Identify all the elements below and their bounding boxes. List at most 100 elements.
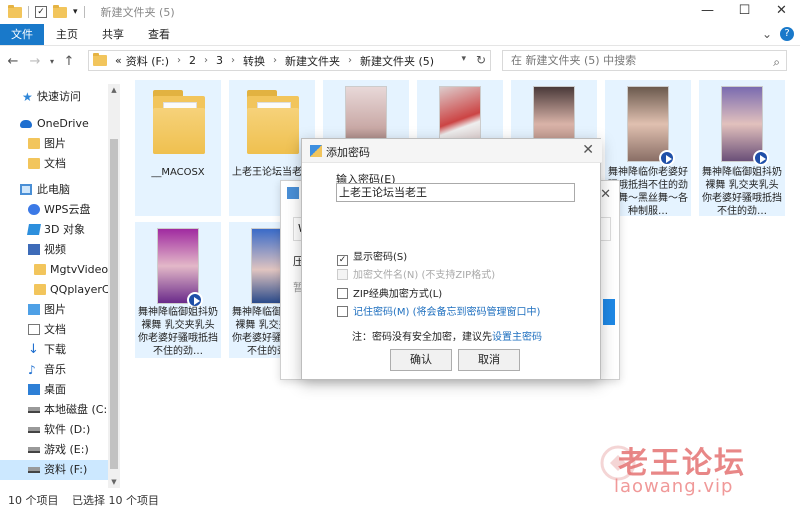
music-icon: ♪ — [28, 363, 36, 377]
minimize-button[interactable]: — — [689, 0, 726, 24]
window-title: 新建文件夹 (5) — [100, 6, 175, 19]
forward-arrow-icon[interactable]: → — [24, 54, 46, 69]
sidebar-item-videos[interactable]: 视频 — [0, 240, 108, 260]
sidebar-item-drive-f[interactable]: 资料 (F:) — [0, 460, 108, 480]
scrollbar-thumb[interactable] — [110, 139, 118, 469]
refresh-icon[interactable]: ↻ — [476, 53, 486, 67]
close-button[interactable]: ✕ — [763, 0, 800, 24]
checkbox[interactable] — [337, 288, 348, 299]
folder-icon — [247, 90, 299, 154]
password-input[interactable]: 上老王论坛当老王 — [336, 183, 575, 202]
sidebar-item-documents[interactable]: 文档 — [0, 320, 108, 340]
properties-icon[interactable]: ✓ — [35, 6, 47, 18]
sidebar-scrollbar[interactable]: ▲ ▼ — [108, 84, 120, 488]
sidebar-item-onedrive[interactable]: OneDrive — [0, 114, 108, 134]
pictures-icon — [28, 304, 40, 315]
password-icon — [310, 145, 322, 157]
file-item-video[interactable]: 舞神降临御姐抖奶裸舞 乳交夹乳头你老婆好骚哦抵挡不住的劲… — [135, 222, 221, 358]
sidebar-item-mgtvvideos[interactable]: MgtvVideos — [0, 260, 108, 280]
folder-icon — [153, 90, 205, 154]
tab-home[interactable]: 主页 — [44, 24, 90, 45]
folder-icon — [34, 284, 46, 295]
breadcrumb-item[interactable]: 新建文件夹 (5) — [360, 53, 434, 69]
sidebar-item-onedrive-pictures[interactable]: 图片 — [0, 134, 108, 154]
dialog-title-bar: 添加密码 ✕ — [302, 139, 602, 163]
up-arrow-icon[interactable]: ↑ — [58, 54, 80, 69]
sidebar-item-drive-e[interactable]: 游戏 (E:) — [0, 440, 108, 460]
breadcrumb-overflow[interactable]: « — [115, 54, 122, 67]
chevron-right-icon[interactable]: › — [231, 55, 235, 66]
navigation-bar: ← → ▾ ↑ « 资料 (F:) › 2 › 3 › 转换 › 新建文件夹 ›… — [0, 47, 800, 75]
divider — [28, 6, 29, 18]
address-bar[interactable]: « 资料 (F:) › 2 › 3 › 转换 › 新建文件夹 › 新建文件夹 (… — [88, 50, 491, 71]
checkbox-disabled — [337, 269, 348, 280]
item-count: 10 个项目 — [8, 494, 59, 507]
maximize-button[interactable]: ☐ — [726, 0, 763, 24]
sidebar-item-this-pc[interactable]: 此电脑 — [0, 180, 108, 200]
start-button[interactable] — [603, 299, 615, 325]
confirm-button[interactable]: 确认 — [390, 349, 452, 371]
close-icon[interactable]: ✕ — [600, 187, 611, 202]
sidebar-item-qqplayer[interactable]: QQplayerCl — [0, 280, 108, 300]
remember-password-option[interactable]: 记住密码(M) (将会备忘到密码管理窗口中) — [337, 306, 540, 320]
zip-classic-encryption-option[interactable]: ZIP经典加密方式(L) — [337, 288, 442, 302]
sidebar-item-onedrive-documents[interactable]: 文档 — [0, 154, 108, 174]
archive-icon — [287, 187, 299, 199]
watermark-url: laowang.vip — [614, 476, 734, 497]
breadcrumb-item[interactable]: 3 — [216, 54, 223, 67]
sidebar-item-downloads[interactable]: ↓ 下载 — [0, 340, 108, 360]
star-icon: ★ — [22, 90, 33, 104]
sidebar-item-drive-c[interactable]: 本地磁盘 (C:) — [0, 400, 108, 420]
drive-icon — [28, 407, 40, 413]
tab-share[interactable]: 共享 — [90, 24, 136, 45]
chevron-right-icon[interactable]: › — [273, 55, 277, 66]
search-icon[interactable]: ⌕ — [773, 53, 780, 72]
address-dropdown-icon[interactable]: ▾ — [461, 54, 466, 64]
selected-count: 已选择 10 个项目 — [72, 494, 159, 507]
set-master-password-link[interactable]: 设置主密码 — [492, 332, 542, 343]
divider — [83, 6, 85, 18]
video-play-icon — [659, 150, 675, 166]
pc-icon — [20, 184, 32, 195]
tab-view[interactable]: 查看 — [136, 24, 182, 45]
ribbon-tabs: 文件 主页 共享 查看 ⌄ ? — [0, 24, 800, 46]
file-item-folder[interactable]: __MACOSX — [135, 80, 221, 216]
close-icon[interactable]: ✕ — [582, 142, 594, 158]
checkbox[interactable] — [337, 306, 348, 317]
tab-file[interactable]: 文件 — [0, 24, 44, 45]
chevron-right-icon[interactable]: › — [177, 55, 181, 66]
sidebar-item-pictures[interactable]: 图片 — [0, 300, 108, 320]
chevron-right-icon[interactable]: › — [348, 55, 352, 66]
file-item-video[interactable]: 舞神降临御姐抖奶裸舞 乳交夹乳头你老婆好骚哦抵挡不住的劲… — [699, 80, 785, 217]
download-icon: ↓ — [28, 342, 39, 357]
file-name: __MACOSX — [151, 167, 205, 178]
sidebar-item-desktop[interactable]: 桌面 — [0, 380, 108, 400]
quick-access-dropdown-icon[interactable]: ▾ — [73, 7, 78, 17]
breadcrumb-item[interactable]: 2 — [189, 54, 196, 67]
ribbon-expand-icon[interactable]: ⌄ — [762, 27, 772, 41]
checkbox-checked[interactable]: ✓ — [337, 255, 348, 266]
breadcrumb-item[interactable]: 转换 — [243, 53, 265, 69]
sidebar-item-drive-d[interactable]: 软件 (D:) — [0, 420, 108, 440]
sidebar-item-quick-access[interactable]: ★ 快速访问 — [0, 84, 108, 110]
sidebar-item-wps-cloud[interactable]: WPS云盘 — [0, 200, 108, 220]
search-input[interactable]: 在 新建文件夹 (5) 中搜索 ⌕ — [502, 50, 787, 71]
scroll-up-icon[interactable]: ▲ — [108, 86, 120, 94]
help-icon[interactable]: ? — [780, 27, 794, 41]
folder-icon — [34, 264, 46, 275]
breadcrumb-item[interactable]: 新建文件夹 — [285, 53, 340, 69]
chevron-right-icon[interactable]: › — [204, 55, 208, 66]
show-password-option[interactable]: ✓ 显示密码(S) — [337, 251, 407, 266]
recent-dropdown-icon[interactable]: ▾ — [46, 57, 58, 66]
scroll-down-icon[interactable]: ▼ — [108, 478, 120, 486]
drive-icon — [28, 467, 40, 473]
back-arrow-icon[interactable]: ← — [2, 54, 24, 69]
cloud-icon — [20, 120, 32, 128]
folder-icon — [28, 138, 40, 149]
sidebar-item-3d-objects[interactable]: 3D 对象 — [0, 220, 108, 240]
sidebar-item-music[interactable]: ♪ 音乐 — [0, 360, 108, 380]
drive-icon — [28, 447, 40, 453]
cancel-button[interactable]: 取消 — [458, 349, 520, 371]
new-folder-icon[interactable] — [53, 4, 67, 18]
breadcrumb-item[interactable]: 资料 (F:) — [126, 53, 169, 69]
